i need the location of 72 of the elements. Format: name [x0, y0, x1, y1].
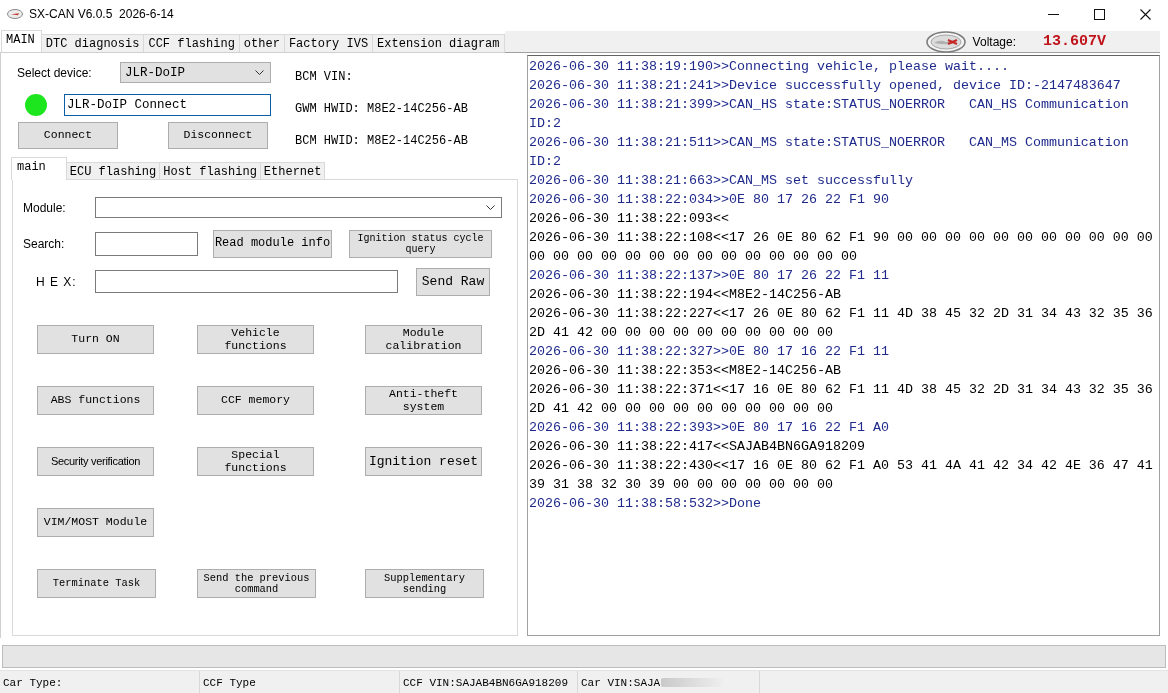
chevron-icon [255, 70, 264, 75]
status-text: Car VIN:SAJA [581, 676, 661, 689]
search-field[interactable] [95, 231, 198, 256]
tab[interactable]: MAIN [1, 30, 42, 52]
function-button[interactable]: Special functions [197, 447, 314, 476]
function-button[interactable]: CCF memory [197, 386, 314, 415]
voltage-label: Voltage: [972, 34, 1016, 49]
send-raw-button[interactable]: Send Raw [416, 267, 490, 296]
function-button[interactable]: Send the previous command [197, 569, 316, 598]
function-button[interactable]: Security verification [37, 447, 154, 476]
function-button[interactable]: Terminate Task [37, 569, 156, 598]
tab[interactable]: CCF flashing [143, 34, 240, 52]
device-dropdown[interactable]: JLR-DoIP [120, 62, 271, 83]
function-button[interactable]: Ignition reset [365, 447, 482, 476]
log-line: 2026-06-30 11:38:21:241>>Device successfully opened, device ID:-2147483647 [529, 77, 1122, 95]
ignition-query-button[interactable]: Ignition status cycle query [349, 229, 492, 258]
log-line: 2026-06-30 11:38:22:430<<17 16 0E 80 62 F1 A0 53 41 4A 41 42 34 42 4E 36 47 41 39 31 38 32 30 39 00 00 00 00 00 00 00 [529, 457, 1154, 494]
log-line: 2026-06-30 11:38:21:663>>CAN_MS set successfully [529, 172, 914, 190]
log-line: 2026-06-30 11:38:22:371<<17 16 0E 80 62 F1 11 4D 38 45 32 2D 31 34 43 32 35 36 2D 41 42 00 00 00 00 00 00 00 00 00 00 [529, 381, 1154, 418]
connect-button[interactable]: Connect [18, 122, 118, 149]
status-text: Car Type: [3, 676, 63, 689]
tab[interactable]: Ethernet [259, 162, 326, 180]
function-button[interactable]: Vehicle functions [197, 325, 314, 354]
app-logo-icon [7, 9, 23, 19]
disconnect-button[interactable]: Disconnect [168, 122, 268, 149]
hex-field[interactable] [95, 270, 398, 293]
chevron-icon [486, 205, 495, 210]
hex-label: H E X: [35, 274, 78, 289]
function-button[interactable]: Module calibration [365, 325, 482, 354]
log-line: 2026-06-30 11:38:21:511>>CAN_MS state:STATUS_NOERROR CAN_MS Communication ID:2 [529, 134, 1130, 171]
select-device-label: Select device: [17, 65, 93, 80]
log-line: 2026-06-30 11:38:22:034>>0E 80 17 26 22 F1 90 [529, 191, 890, 209]
log-line: 2026-06-30 11:38:22:194<<M8E2-14C256-AB [529, 286, 842, 304]
module-label: Module: [23, 200, 67, 215]
log-line: 2026-06-30 11:38:22:227<<17 26 0E 80 62 F1 11 4D 38 45 32 2D 31 34 43 32 35 36 2D 41 42 00 00 00 00 00 00 00 00 00 00 [529, 305, 1154, 342]
vehicle-info-text: BCM VIN: [295, 70, 354, 85]
tab[interactable]: main [11, 157, 67, 180]
connection-field[interactable]: JLR-DoIP Connect [64, 94, 271, 116]
status-text: CCF Type [203, 676, 256, 689]
tab[interactable]: ECU flashing [65, 162, 161, 180]
log-line: 2026-06-30 11:38:22:137>>0E 80 17 26 22 F1 11 [529, 267, 890, 285]
log-line: 2026-06-30 11:38:22:393>>0E 80 17 16 22 F1 A0 [529, 419, 890, 437]
voltage-value: 13.607V [1043, 33, 1106, 50]
function-button[interactable]: Turn ON [37, 325, 154, 354]
search-label: Search: [23, 236, 66, 251]
vehicle-info-text: GWM HWID: M8E2-14C256-AB [295, 102, 468, 117]
log-line: 2026-06-30 11:38:19:190>>Connecting vehicle, please wait.... [529, 58, 1010, 76]
tab[interactable]: DTC diagnosis [40, 34, 145, 52]
log-line: 2026-06-30 11:38:22:353<<M8E2-14C256-AB [529, 362, 842, 380]
close-icon [1139, 8, 1151, 20]
function-button[interactable]: ABS functions [37, 386, 154, 415]
log-line: 2026-06-30 11:38:22:327>>0E 80 17 16 22 F1 11 [529, 343, 890, 361]
log-line: 2026-06-30 11:38:21:399>>CAN_HS state:STATUS_NOERROR CAN_HS Communication ID:2 [529, 96, 1130, 133]
tab[interactable]: other [238, 34, 285, 52]
log-line: 2026-06-30 11:38:22:093<< [529, 210, 730, 228]
function-button[interactable]: Anti-theft system [365, 386, 482, 415]
log-line: 2026-06-30 11:38:22:108<<17 26 0E 80 62 F1 90 00 00 00 00 00 00 00 00 00 00 00 00 00 00 00 00 00 00 00 00 00 00 00 00 00 [529, 229, 1154, 266]
log-line: 2026-06-30 11:38:58:532>>Done [529, 495, 762, 513]
maximize-icon [1093, 8, 1105, 20]
function-button[interactable]: VIM/MOST Module [37, 508, 154, 537]
tab[interactable]: Factory IVS [283, 34, 374, 52]
log-line: 2026-06-30 11:38:22:417<<SAJAB4BN6GA918209 [529, 438, 866, 456]
read-module-info-button[interactable]: Read module info [213, 229, 332, 258]
function-button[interactable]: Supplementary sending [365, 569, 484, 598]
tab[interactable]: Host flashing [159, 162, 261, 180]
module-dropdown[interactable] [95, 197, 502, 218]
tab[interactable]: Extension diagram [372, 34, 505, 52]
window-title: SX-CAN V6.0.5 2026-6-14 [29, 7, 174, 21]
redacted-area [661, 678, 724, 687]
status-text: CCF VIN:SAJAB4BN6GA918209 [403, 676, 569, 689]
vehicle-info-text: BCM HWID: M8E2-14C256-AB [295, 134, 468, 149]
minimize-icon [1047, 13, 1059, 15]
